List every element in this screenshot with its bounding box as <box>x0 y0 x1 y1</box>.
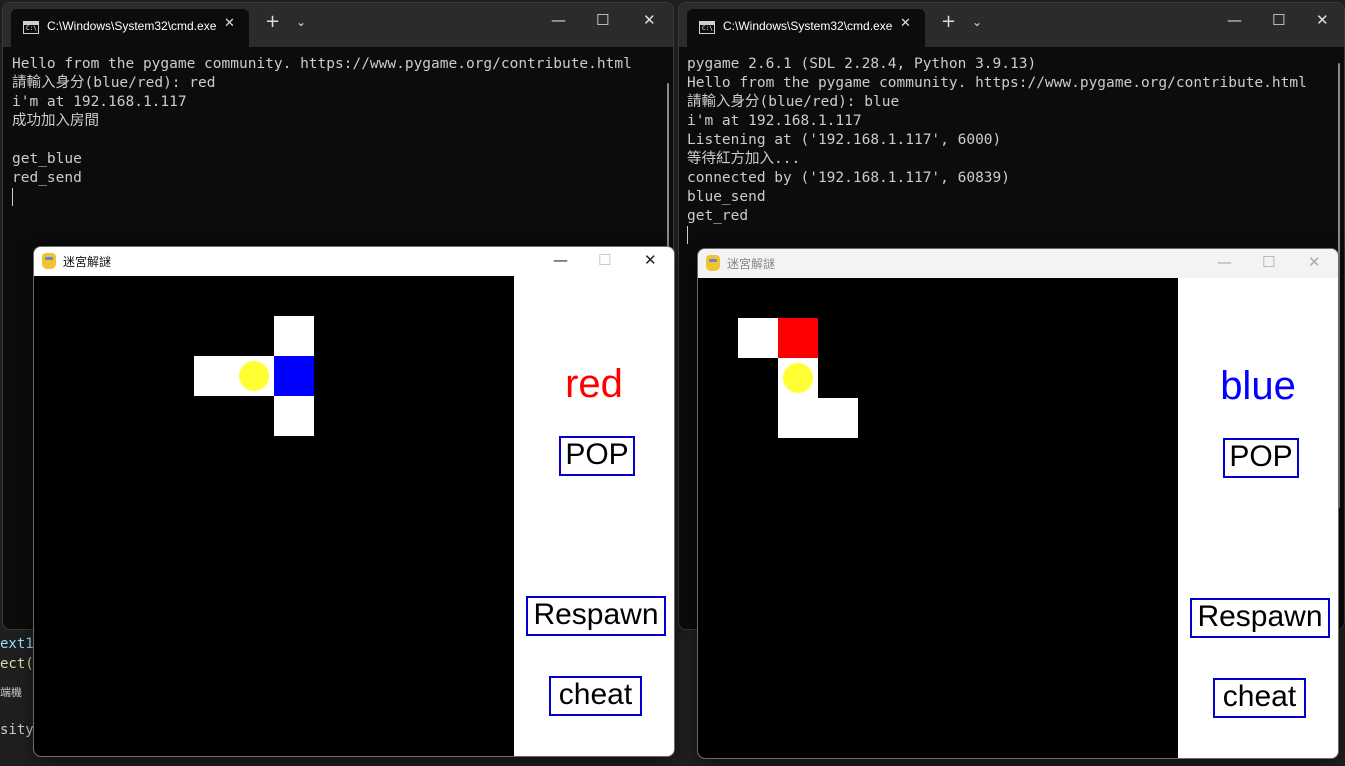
pygame-logo-icon <box>42 253 56 269</box>
respawn-button[interactable]: Respawn <box>1190 598 1330 638</box>
game-window-red[interactable]: 迷宮解謎 — ☐ ✕ red POP Respawn cheat <box>33 246 675 757</box>
cheat-button[interactable]: cheat <box>1213 678 1306 718</box>
tab-title: C:\Windows\System32\cmd.exe <box>723 19 893 33</box>
cmd-icon: C:\ <box>699 21 715 34</box>
game-sidebar: red POP Respawn cheat <box>514 276 674 756</box>
player-token <box>239 361 269 391</box>
minimize-icon[interactable]: — <box>1227 11 1242 29</box>
terminal-line: get_red <box>687 208 749 224</box>
pop-button[interactable]: POP <box>1223 438 1299 478</box>
pop-button[interactable]: POP <box>559 436 635 476</box>
cmd-icon: C:\ <box>23 21 39 34</box>
text-cursor <box>12 188 13 206</box>
maze-cell-blue <box>274 356 314 396</box>
terminal-output[interactable]: pygame 2.6.1 (SDL 2.28.4, Python 3.9.13)… <box>687 55 1332 244</box>
terminal-line: 成功加入房間 <box>12 113 99 129</box>
terminal-line: get_blue <box>12 151 82 167</box>
tab-title: C:\Windows\System32\cmd.exe <box>47 19 217 33</box>
terminal-line: 請輸入身分(blue/red): red <box>12 75 216 91</box>
maze-canvas[interactable] <box>34 276 514 756</box>
tab-close-icon[interactable]: ✕ <box>900 16 911 31</box>
terminal-line: Hello from the pygame community. https:/… <box>12 56 632 72</box>
terminal-tabbar: C:\ C:\Windows\System32\cmd.exe ✕ + ⌄ — … <box>679 3 1344 47</box>
terminal-line: connected by ('192.168.1.117', 60839) <box>687 170 1011 186</box>
pygame-logo-icon <box>706 255 720 271</box>
maze-cell-white <box>778 398 818 438</box>
terminal-output[interactable]: Hello from the pygame community. https:/… <box>12 55 661 206</box>
terminal-tab[interactable]: C:\ C:\Windows\System32\cmd.exe ✕ <box>11 9 249 47</box>
terminal-tabbar: C:\ C:\Windows\System32\cmd.exe ✕ + ⌄ — … <box>3 3 673 47</box>
chevron-down-icon[interactable]: ⌄ <box>296 15 306 29</box>
terminal-line: Hello from the pygame community. https:/… <box>687 75 1307 91</box>
cheat-button[interactable]: cheat <box>549 676 642 716</box>
chevron-down-icon[interactable]: ⌄ <box>972 15 982 29</box>
close-icon[interactable]: ✕ <box>643 11 656 29</box>
close-icon[interactable]: ✕ <box>644 251 657 269</box>
game-title: 迷宮解謎 <box>63 255 112 269</box>
game-titlebar[interactable]: 迷宮解謎 — ☐ ✕ <box>34 247 674 276</box>
terminal-line: 請輸入身分(blue/red): blue <box>687 94 900 110</box>
maze-cell-red <box>778 318 818 358</box>
game-window-blue[interactable]: 迷宮解謎 — ☐ ✕ blue POP Respawn cheat <box>697 248 1339 759</box>
game-titlebar[interactable]: 迷宮解謎 — ☐ ✕ <box>698 249 1338 278</box>
terminal-line: red_send <box>12 170 82 186</box>
terminal-line: pygame 2.6.1 (SDL 2.28.4, Python 3.9.13) <box>687 56 1037 72</box>
maximize-icon: ☐ <box>598 251 612 269</box>
minimize-icon[interactable]: — <box>1217 253 1232 271</box>
terminal-line: Listening at ('192.168.1.117', 6000) <box>687 132 1002 148</box>
role-label: blue <box>1220 364 1296 408</box>
terminal-line: i'm at 192.168.1.117 <box>687 113 862 129</box>
minimize-icon[interactable]: — <box>553 251 568 269</box>
game-sidebar: blue POP Respawn cheat <box>1178 278 1338 758</box>
maximize-icon: ☐ <box>1262 253 1276 271</box>
new-tab-icon[interactable]: + <box>941 13 956 31</box>
player-token <box>783 363 813 393</box>
minimize-icon[interactable]: — <box>551 11 566 29</box>
maximize-icon[interactable]: ☐ <box>596 11 609 29</box>
tab-close-icon[interactable]: ✕ <box>224 16 235 31</box>
maze-canvas[interactable] <box>698 278 1178 758</box>
close-icon[interactable]: ✕ <box>1308 253 1321 271</box>
new-tab-icon[interactable]: + <box>265 13 280 31</box>
text-cursor <box>687 226 688 244</box>
maze-cell-white <box>194 356 234 396</box>
terminal-line: 等待紅方加入... <box>687 151 801 167</box>
role-label: red <box>565 362 623 406</box>
game-title: 迷宮解謎 <box>727 257 776 271</box>
respawn-button[interactable]: Respawn <box>526 596 666 636</box>
terminal-line: i'm at 192.168.1.117 <box>12 94 187 110</box>
close-icon[interactable]: ✕ <box>1316 11 1329 29</box>
maximize-icon[interactable]: ☐ <box>1272 11 1285 29</box>
maze-cell-white <box>818 398 858 438</box>
terminal-line: blue_send <box>687 189 766 205</box>
maze-cell-white <box>274 396 314 436</box>
terminal-tab[interactable]: C:\ C:\Windows\System32\cmd.exe ✕ <box>687 9 925 47</box>
maze-cell-white <box>274 316 314 356</box>
editor-panel-tab[interactable]: 端機 <box>0 684 22 700</box>
maze-cell-white <box>738 318 778 358</box>
